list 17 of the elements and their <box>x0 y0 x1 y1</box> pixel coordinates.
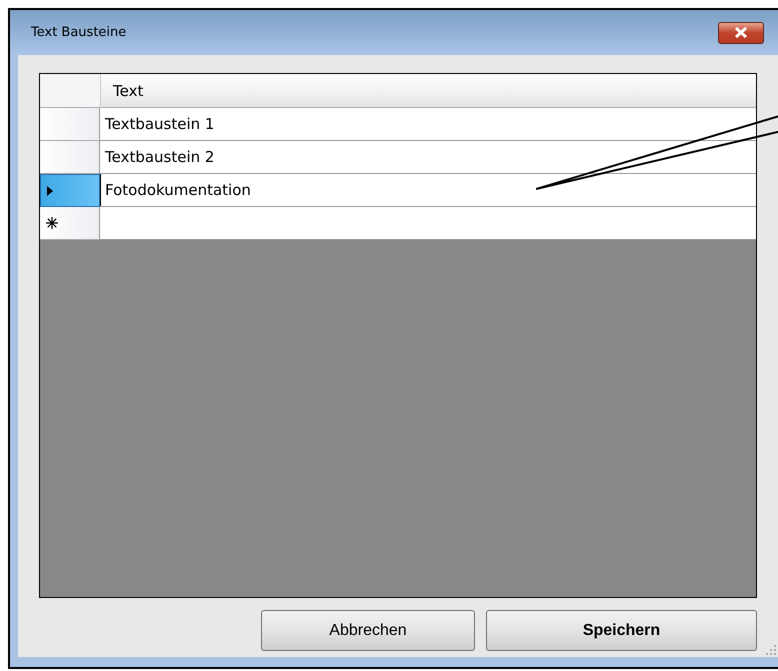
table-cell[interactable]: Textbaustein 2 <box>100 141 756 174</box>
table-cell[interactable]: Textbaustein 1 <box>100 108 756 141</box>
row-header[interactable] <box>40 108 100 141</box>
current-row-icon <box>47 186 53 196</box>
table-cell[interactable] <box>100 207 756 240</box>
new-row-icon <box>46 217 58 229</box>
dialog-button[interactable]: Abbrechen <box>261 610 475 651</box>
row-header[interactable] <box>40 174 100 207</box>
table-cell[interactable]: Fotodokumentation <box>100 174 756 207</box>
dialog-button[interactable]: Speichern <box>486 610 757 651</box>
close-icon <box>734 27 748 38</box>
resize-grip-icon[interactable] <box>766 645 776 655</box>
row-header[interactable] <box>40 141 100 174</box>
column-header[interactable]: Text <box>101 74 756 108</box>
window-title: Text Bausteine <box>31 25 126 40</box>
header-corner <box>40 74 101 108</box>
close-button[interactable] <box>718 22 764 44</box>
